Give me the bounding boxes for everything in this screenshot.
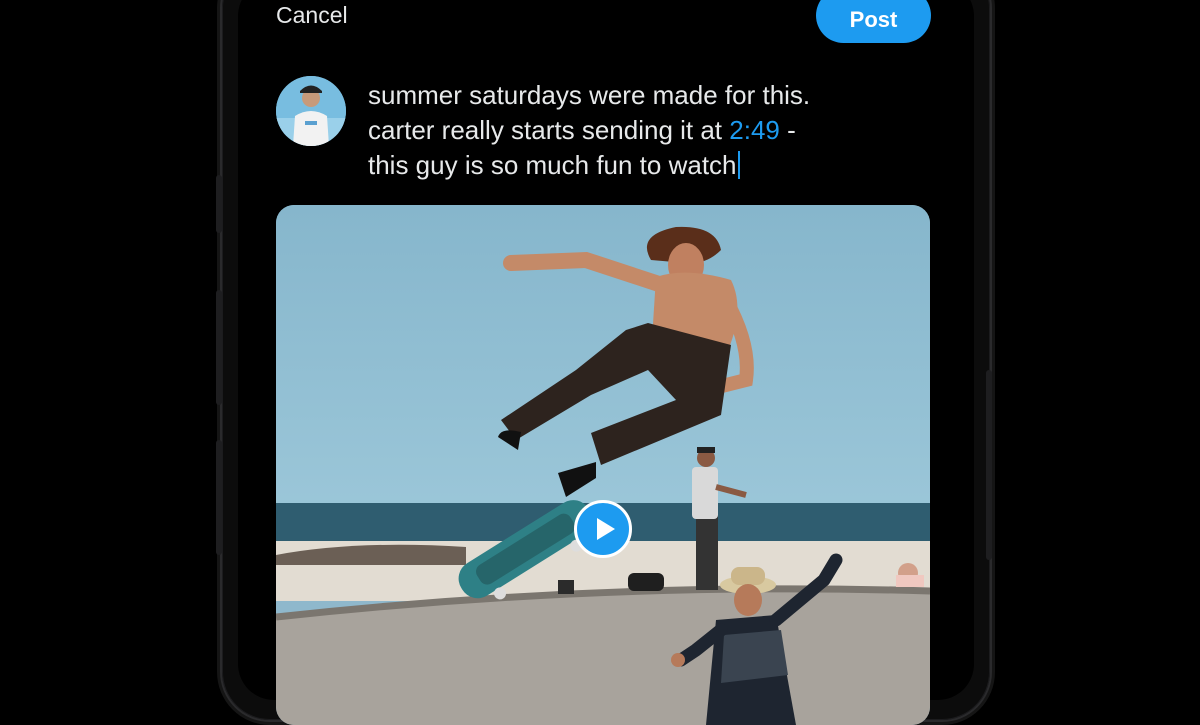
tweet-line-2-suffix: - <box>779 115 796 145</box>
tweet-text-input[interactable]: summer saturdays were made for this. car… <box>368 78 928 183</box>
phone-side-button <box>986 370 992 560</box>
tweet-line-2-text: carter really starts sending it at <box>368 115 730 145</box>
post-button[interactable]: Post <box>816 0 931 43</box>
phone-side-button <box>216 175 222 233</box>
timestamp-link[interactable]: 2:49 <box>729 115 780 145</box>
video-attachment[interactable] <box>276 205 930 725</box>
avatar[interactable] <box>276 76 346 146</box>
text-cursor <box>737 151 740 179</box>
tweet-line-2: carter really starts sending it at 2:49 … <box>368 113 928 148</box>
tweet-line-3: this guy is so much fun to watch <box>368 148 928 183</box>
skateboard-video-thumbnail <box>276 205 930 725</box>
phone-side-button <box>216 440 222 555</box>
tweet-line-3-text: this guy is so much fun to watch <box>368 150 737 180</box>
cancel-button[interactable]: Cancel <box>276 2 348 29</box>
phone-side-button <box>216 290 222 405</box>
play-button[interactable] <box>574 500 632 558</box>
avatar-image <box>276 76 346 146</box>
play-icon <box>597 518 615 540</box>
tweet-line-1: summer saturdays were made for this. <box>368 80 811 110</box>
